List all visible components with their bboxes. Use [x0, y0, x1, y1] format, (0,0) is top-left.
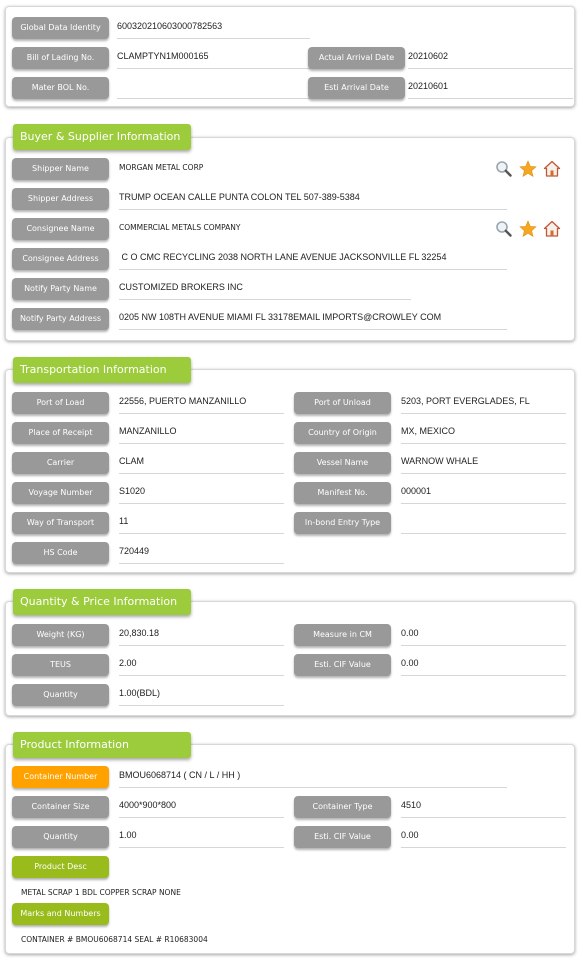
notify-party-address-value: 0205 NW 108TH AVENUE MIAMI FL 33178EMAIL… [119, 308, 507, 330]
notify-party-name-label: Notify Party Name [12, 278, 109, 300]
way-of-transport-value: 11 [119, 512, 284, 534]
hs-code-value: 720449 [119, 542, 284, 564]
transportation-panel: Port of Load 22556, PUERTO MANZANILLO Po… [5, 369, 575, 573]
country-of-origin-label: Country of Origin [294, 422, 391, 444]
container-type-label: Container Type [294, 796, 391, 818]
quantity-price-panel: Weight (KG) 20,830.18 Measure in CM 0.00… [5, 601, 575, 716]
consignee-address-label: Consignee Address [12, 248, 109, 270]
product-desc-value: METAL SCRAP 1 BDL COPPER SCRAP NONE [21, 888, 181, 897]
home-icon[interactable] [543, 220, 561, 238]
place-of-receipt-value: MANZANILLO [119, 422, 284, 444]
product-quantity-value: 1.00 [119, 826, 284, 848]
actual-arrival-date-value: 20210602 [408, 47, 573, 69]
port-of-unload-label: Port of Unload [294, 392, 391, 414]
consignee-name-label: Consignee Name [12, 218, 109, 240]
carrier-value: CLAM [119, 452, 284, 474]
marks-numbers-label: Marks and Numbers [12, 903, 109, 925]
container-size-value: 4000*900*800 [119, 796, 284, 818]
buyer-supplier-panel: Shipper Name MORGAN METAL CORP Shipper A… [5, 137, 575, 341]
search-icon[interactable] [495, 220, 513, 238]
mater-bol-label: Mater BOL No. [12, 77, 109, 99]
search-icon[interactable] [495, 160, 513, 178]
product-section-title: Product Information [13, 732, 191, 758]
product-esti-cif-label: Esti. CIF Value [294, 826, 391, 848]
star-icon[interactable] [519, 220, 537, 238]
container-number-label[interactable]: Container Number [12, 766, 109, 788]
inbond-entry-type-label: In-bond Entry Type [294, 512, 391, 534]
esti-arrival-date-label: Esti Arrival Date [308, 77, 405, 99]
consignee-address-value: C O CMC RECYCLING 2038 NORTH LANE AVENUE… [119, 248, 507, 270]
shipper-actions [495, 160, 561, 178]
vessel-name-label: Vessel Name [294, 452, 391, 474]
mater-bol-value [117, 77, 310, 99]
hs-code-label: HS Code [12, 542, 109, 564]
container-size-label: Container Size [12, 796, 109, 818]
notify-party-address-label: Notify Party Address [12, 308, 109, 330]
product-esti-cif-value: 0.00 [401, 826, 566, 848]
voyage-number-value: S1020 [119, 482, 284, 504]
weight-label: Weight (KG) [12, 624, 109, 646]
shipper-address-value: TRUMP OCEAN CALLE PUNTA COLON TEL 507-38… [119, 188, 507, 210]
product-quantity-label: Quantity [12, 826, 109, 848]
quantity-price-section-title: Quantity & Price Information [13, 589, 191, 615]
notify-party-name-value: CUSTOMIZED BROKERS INC [119, 278, 411, 300]
weight-value: 20,830.18 [119, 624, 284, 646]
carrier-label: Carrier [12, 452, 109, 474]
container-number-value: BMOU6068714 ( CN / L / HH ) [119, 766, 507, 788]
esti-cif-label: Esti. CIF Value [294, 654, 391, 676]
measure-value: 0.00 [401, 624, 566, 646]
bill-of-lading-label: Bill of Lading No. [12, 47, 109, 69]
shipper-name-value: MORGAN METAL CORP [119, 163, 204, 172]
country-of-origin-value: MX, MEXICO [401, 422, 566, 444]
marks-numbers-value: CONTAINER # BMOU6068714 SEAL # R10683004 [21, 935, 208, 944]
shipper-address-label: Shipper Address [12, 188, 109, 210]
actual-arrival-date-label: Actual Arrival Date [308, 47, 405, 69]
esti-cif-value: 0.00 [401, 654, 566, 676]
consignee-actions [495, 220, 561, 238]
place-of-receipt-label: Place of Receipt [12, 422, 109, 444]
global-data-identity-value: 600320210603000782563 [117, 17, 310, 39]
manifest-no-value: 000001 [401, 482, 566, 504]
port-of-load-label: Port of Load [12, 392, 109, 414]
container-type-value: 4510 [401, 796, 566, 818]
vessel-name-value: WARNOW WHALE [401, 452, 566, 474]
port-of-load-value: 22556, PUERTO MANZANILLO [119, 392, 284, 414]
port-of-unload-value: 5203, PORT EVERGLADES, FL [401, 392, 566, 414]
voyage-number-label: Voyage Number [12, 482, 109, 504]
esti-arrival-date-value: 20210601 [408, 77, 573, 99]
transportation-section-title: Transportation Information [13, 357, 191, 383]
consignee-name-value: COMMERCIAL METALS COMPANY [119, 223, 241, 232]
home-icon[interactable] [543, 160, 561, 178]
header-panel: Global Data Identity 6003202106030007825… [5, 6, 575, 107]
manifest-no-label: Manifest No. [294, 482, 391, 504]
bill-of-lading-value: CLAMPTYN1M000165 [117, 47, 310, 69]
teus-label: TEUS [12, 654, 109, 676]
inbond-entry-type-value [401, 512, 566, 534]
way-of-transport-label: Way of Transport [12, 512, 109, 534]
quantity-value: 1.00(BDL) [119, 684, 284, 706]
measure-label: Measure in CM [294, 624, 391, 646]
teus-value: 2.00 [119, 654, 284, 676]
star-icon[interactable] [519, 160, 537, 178]
buyer-supplier-section-title: Buyer & Supplier Information [13, 124, 191, 150]
shipper-name-label: Shipper Name [12, 158, 109, 180]
global-data-identity-label: Global Data Identity [12, 17, 109, 39]
product-desc-label: Product Desc [12, 856, 109, 878]
product-panel: Container Number BMOU6068714 ( CN / L / … [5, 744, 575, 954]
quantity-label: Quantity [12, 684, 109, 706]
